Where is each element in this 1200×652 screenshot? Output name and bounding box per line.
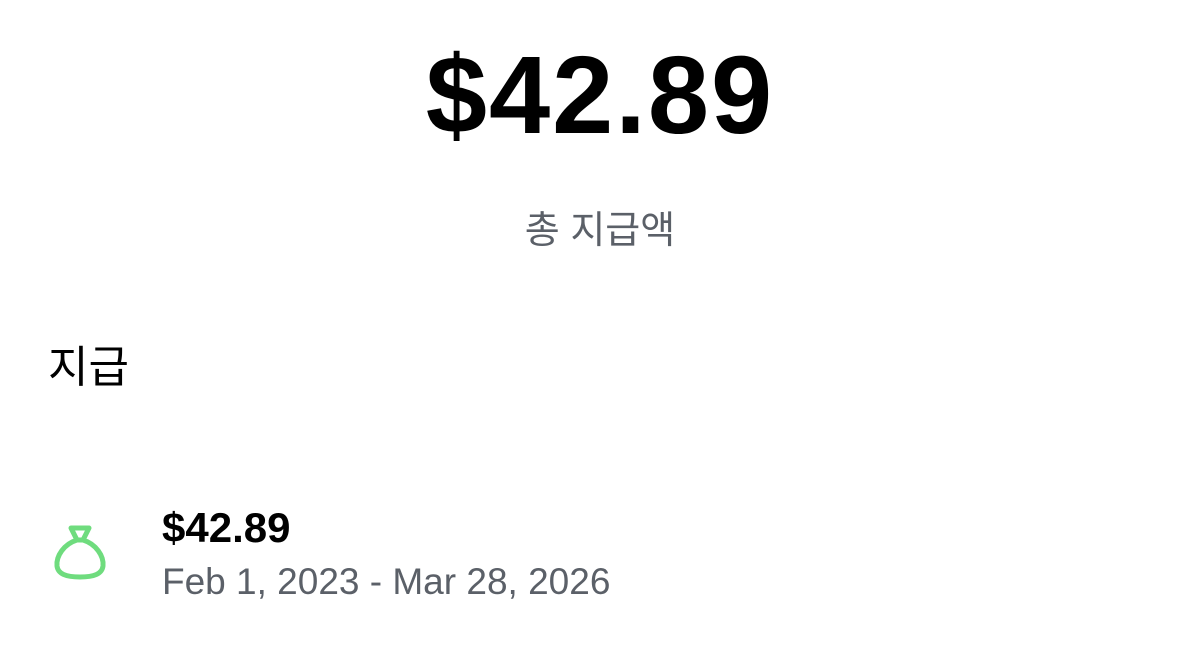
total-payout-amount: $42.89 (425, 34, 775, 157)
money-bag-icon (52, 522, 108, 580)
payout-amount: $42.89 (162, 504, 291, 551)
total-payout-label: 총 지급액 (524, 210, 676, 252)
payout-date-range: Feb 1, 2023 - Mar 28, 2026 (162, 561, 611, 602)
payout-list-item[interactable]: $42.89 Feb 1, 2023 - Mar 28, 2026 (0, 500, 1200, 610)
payouts-section-title: 지급 (48, 343, 129, 392)
